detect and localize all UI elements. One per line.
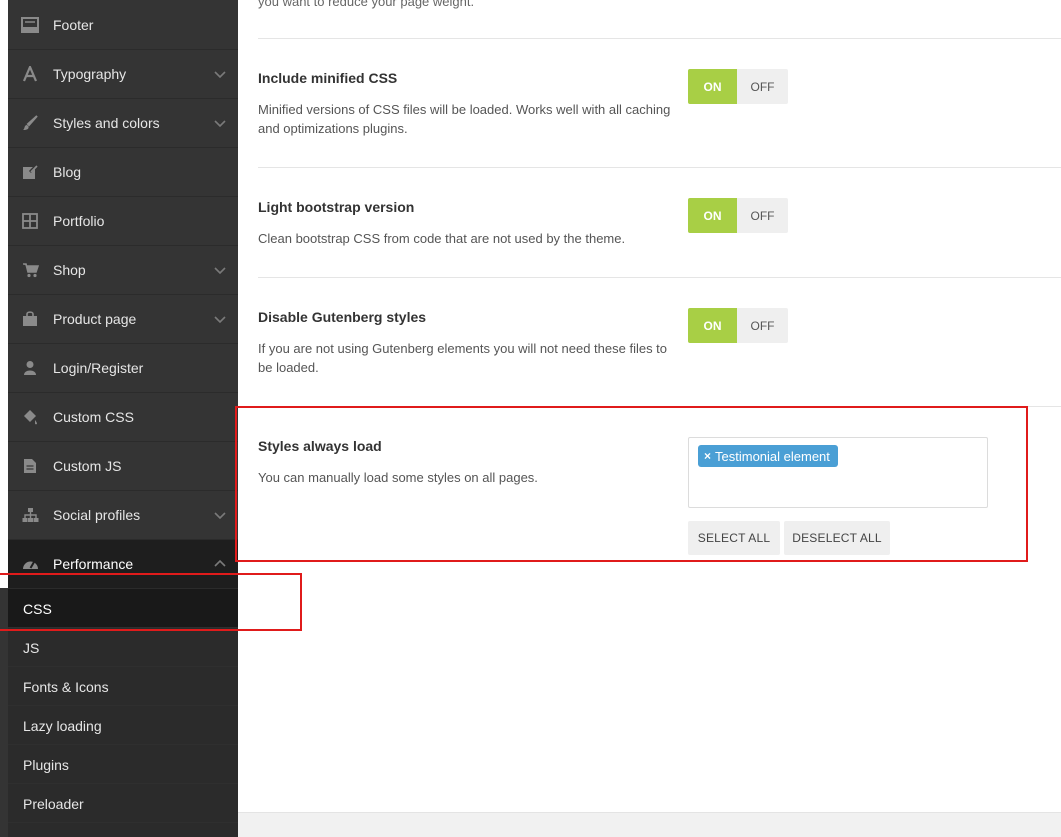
footer-icon xyxy=(21,16,39,34)
toggle-on-button[interactable]: ON xyxy=(688,69,737,104)
sidebar-subitem-label: Preloader xyxy=(23,796,84,812)
toggle-off-button[interactable]: OFF xyxy=(737,69,788,104)
toggle-off-button[interactable]: OFF xyxy=(737,308,788,343)
sidebar-item-label: Login/Register xyxy=(53,360,144,376)
option-description: Clean bootstrap CSS from code that are n… xyxy=(258,231,626,246)
sidebar-item-label: Shop xyxy=(53,262,86,278)
deselect-all-button[interactable]: DESELECT ALL xyxy=(784,521,890,555)
sidebar-item-typography[interactable]: Typography xyxy=(8,50,238,99)
option-title: Disable Gutenberg styles xyxy=(258,309,427,325)
sidebar-item-blog[interactable]: Blog xyxy=(8,148,238,197)
sidebar-tail xyxy=(8,823,238,837)
chevron-down-icon xyxy=(214,117,226,129)
option-description: If you are not using Gutenberg elements … xyxy=(258,341,668,375)
typography-icon xyxy=(21,65,39,83)
cart-icon xyxy=(21,261,39,279)
sidebar-item-product-page[interactable]: Product page xyxy=(8,295,238,344)
user-icon xyxy=(21,359,39,377)
chevron-down-icon xyxy=(214,313,226,325)
sidebar-subitem-label: Lazy loading xyxy=(23,718,102,734)
sidebar-item-styles-and-colors[interactable]: Styles and colors xyxy=(8,99,238,148)
sidebar-item-portfolio[interactable]: Portfolio xyxy=(8,197,238,246)
chip-label: Testimonial element xyxy=(715,448,830,464)
sidebar-edge xyxy=(0,0,8,588)
sidebar-subitem-label: JS xyxy=(23,640,40,656)
row-divider xyxy=(258,167,1061,168)
edit-icon xyxy=(21,163,39,181)
chevron-down-icon xyxy=(214,509,226,521)
sidebar-subitem-plugins[interactable]: Plugins xyxy=(8,745,238,784)
styles-multiselect[interactable]: × Testimonial element xyxy=(688,437,988,508)
option-title: Light bootstrap version xyxy=(258,199,415,215)
option-description: You can manually load some styles on all… xyxy=(258,470,538,485)
sidebar-subitem-label: Fonts & Icons xyxy=(23,679,109,695)
chevron-down-icon xyxy=(214,264,226,276)
sidebar-item-label: Custom CSS xyxy=(53,409,134,425)
sidebar-item-login-register[interactable]: Login/Register xyxy=(8,344,238,393)
row-divider xyxy=(258,406,1061,407)
sitemap-icon xyxy=(21,506,39,524)
sidebar-subitem-preloader[interactable]: Preloader xyxy=(8,784,238,823)
option-title: Include minified CSS xyxy=(258,70,398,86)
sidebar-subitem-lazy-loading[interactable]: Lazy loading xyxy=(8,706,238,745)
sidebar-item-label: Social profiles xyxy=(53,507,141,523)
sidebar-item-label: Product page xyxy=(53,311,137,327)
disable-gutenberg-toggle[interactable]: ON OFF xyxy=(688,308,788,343)
sidebar-subitem-label: Plugins xyxy=(23,757,69,773)
sidebar-item-footer[interactable]: Footer xyxy=(8,1,238,50)
bag-icon xyxy=(21,310,39,328)
option-description: Minified versions of CSS files will be l… xyxy=(258,102,671,136)
sidebar-item-shop[interactable]: Shop xyxy=(8,246,238,295)
dashboard-icon xyxy=(21,555,39,573)
sidebar-item-social-profiles[interactable]: Social profiles xyxy=(8,491,238,540)
panel-footer xyxy=(238,812,1061,837)
chevron-down-icon xyxy=(214,68,226,80)
row-divider xyxy=(258,38,1061,39)
sidebar-item-label: Custom JS xyxy=(53,458,122,474)
sidebar-subitem-fonts-icons[interactable]: Fonts & Icons xyxy=(8,667,238,706)
sidebar-subitem-label: CSS xyxy=(23,601,52,617)
light-bootstrap-toggle[interactable]: ON OFF xyxy=(688,198,788,233)
minified-css-toggle[interactable]: ON OFF xyxy=(688,69,788,104)
toggle-on-button[interactable]: ON xyxy=(688,198,737,233)
sidebar-item-label: Portfolio xyxy=(53,213,105,229)
sidebar-item-custom-css[interactable]: Custom CSS xyxy=(8,393,238,442)
select-all-button[interactable]: SELECT ALL xyxy=(688,521,780,555)
selected-chip[interactable]: × Testimonial element xyxy=(698,445,838,467)
row-divider xyxy=(258,277,1061,278)
settings-panel: you want to reduce your page weight. Inc… xyxy=(238,0,1061,837)
sidebar: Footer Typography Styles and colors Blog… xyxy=(0,0,238,837)
toggle-on-button[interactable]: ON xyxy=(688,308,737,343)
chevron-up-icon xyxy=(214,558,226,570)
paint-icon xyxy=(21,408,39,426)
sidebar-item-label: Footer xyxy=(53,17,94,33)
brush-icon xyxy=(21,114,39,132)
grid-icon xyxy=(21,212,39,230)
truncated-description: you want to reduce your page weight. xyxy=(258,0,475,9)
sidebar-item-custom-js[interactable]: Custom JS xyxy=(8,442,238,491)
file-icon xyxy=(21,457,39,475)
option-title: Styles always load xyxy=(258,438,382,454)
sidebar-item-label: Performance xyxy=(53,556,134,572)
remove-chip-icon[interactable]: × xyxy=(704,449,711,463)
sidebar-subitem-css[interactable]: CSS xyxy=(8,589,238,628)
sidebar-item-label: Styles and colors xyxy=(53,115,160,131)
sidebar-item-label: Blog xyxy=(53,164,82,180)
toggle-off-button[interactable]: OFF xyxy=(737,198,788,233)
sidebar-item-label: Typography xyxy=(53,66,127,82)
sidebar-subitem-js[interactable]: JS xyxy=(8,628,238,667)
sidebar-item-performance[interactable]: Performance xyxy=(8,540,238,589)
